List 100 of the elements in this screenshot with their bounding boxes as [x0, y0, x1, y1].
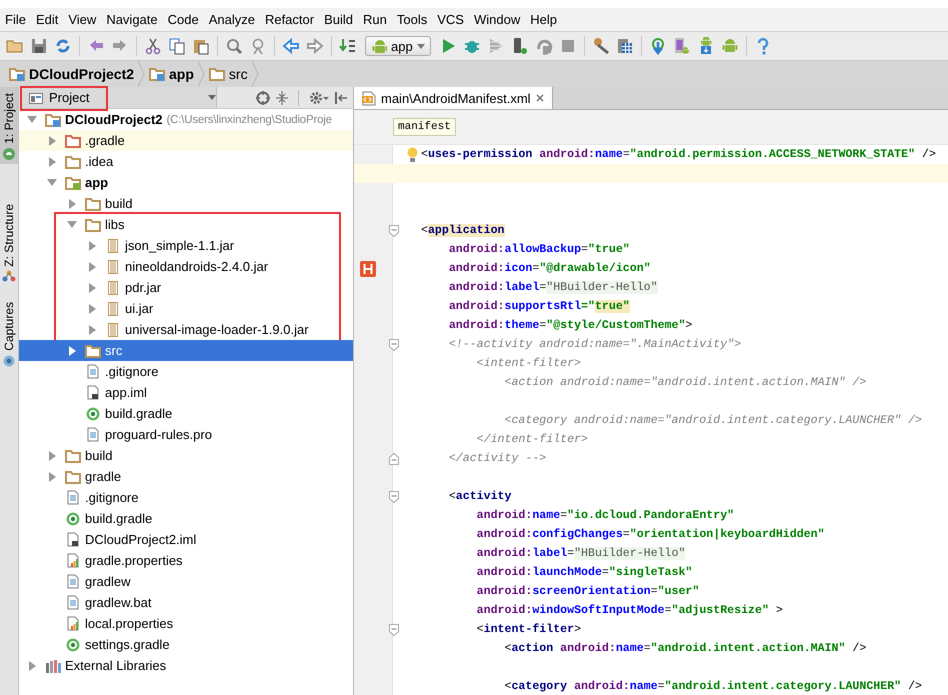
gear-icon[interactable] — [309, 90, 329, 104]
tree-item[interactable]: gradle — [19, 466, 353, 487]
tree-item[interactable]: .gitignore — [19, 361, 353, 382]
collapse-all-icon[interactable] — [276, 90, 288, 104]
tag-breadcrumb[interactable]: manifest — [393, 118, 456, 136]
menu-item[interactable]: Code — [162, 8, 204, 31]
tree-item[interactable]: app — [19, 172, 353, 193]
tree-item[interactable]: build.gradle — [19, 508, 353, 529]
menu-item[interactable]: Navigate — [101, 8, 163, 31]
module-folder-icon — [65, 176, 81, 190]
breadcrumb-item[interactable]: DCloudProject2 — [5, 61, 138, 87]
collapsed-arrow-icon[interactable] — [28, 660, 36, 670]
menu-item[interactable]: Edit — [30, 8, 64, 31]
tree-item[interactable]: .idea — [19, 151, 353, 172]
tree-item[interactable]: universal-image-loader-1.9.0.jar — [56, 319, 339, 340]
gradle-icon — [86, 406, 100, 420]
sync-icon[interactable] — [54, 37, 72, 55]
copy-icon[interactable] — [168, 37, 186, 55]
menu-item[interactable]: Build — [319, 8, 358, 31]
code-line: </intent-filter> — [476, 433, 588, 446]
menu-item[interactable]: View — [63, 8, 102, 31]
tree-item[interactable]: gradlew.bat — [19, 592, 353, 613]
jar-icon — [108, 238, 118, 252]
expanded-arrow-icon[interactable] — [27, 116, 37, 123]
menu-item[interactable]: Help — [525, 8, 562, 31]
tree-item[interactable]: nineoldandroids-2.4.0.jar — [56, 256, 339, 277]
tree-item[interactable]: build.gradle — [19, 403, 353, 424]
tree-item[interactable]: json_simple-1.1.jar — [56, 235, 339, 256]
tree-item[interactable]: src — [19, 340, 353, 361]
collapsed-arrow-icon[interactable] — [88, 324, 96, 334]
menu-item[interactable]: Refactor — [260, 8, 320, 31]
fold-marker-icon[interactable] — [389, 453, 399, 465]
fold-marker-icon[interactable] — [389, 624, 399, 636]
target-icon[interactable] — [256, 90, 270, 104]
tree-item[interactable]: ui.jar — [56, 298, 339, 319]
tree-item[interactable]: app.iml — [19, 382, 353, 403]
tool-window-tab[interactable]: Z: Structure — [0, 198, 18, 286]
code-line: <category android:name="android.intent.category.LAUNCHER" /> — [503, 414, 922, 427]
menu-item[interactable]: Window — [468, 8, 526, 31]
collapsed-arrow-icon[interactable] — [88, 282, 96, 292]
tree-item[interactable]: pdr.jar — [56, 277, 339, 298]
module-folder-icon — [9, 67, 25, 81]
collapsed-arrow-icon[interactable] — [88, 240, 96, 250]
tree-item[interactable]: proguard-rules.pro — [19, 424, 353, 445]
tree-item[interactable]: DCloudProject2.iml — [19, 529, 353, 550]
breadcrumb-item[interactable]: app — [145, 61, 198, 87]
collapsed-arrow-icon[interactable] — [88, 304, 96, 314]
paste-icon[interactable] — [192, 37, 210, 55]
rerun-icon[interactable] — [534, 37, 553, 55]
tool-window-tab[interactable]: 1: Project — [0, 87, 18, 164]
view-dropdown[interactable]: Project — [21, 87, 217, 108]
code-line: android:launchMode="singleTask" — [476, 566, 692, 579]
menu-item[interactable]: Analyze — [204, 8, 260, 31]
scissors-icon[interactable] — [144, 37, 162, 55]
android-icon[interactable] — [720, 37, 739, 55]
menu-item[interactable]: Tools — [392, 8, 432, 31]
collapsed-arrow-icon[interactable] — [68, 346, 76, 356]
search-icon[interactable] — [225, 37, 243, 55]
tool-window-tab[interactable]: Captures — [0, 296, 18, 372]
jar-icon — [108, 322, 118, 336]
gradle-icon — [66, 512, 80, 526]
tree-item[interactable]: External Libraries — [19, 655, 353, 676]
tree-item[interactable]: build — [19, 193, 353, 214]
expanded-arrow-icon[interactable] — [67, 221, 77, 228]
tree-item[interactable]: DCloudProject2 (C:\Users\linxinzheng\StudioProje — [19, 109, 353, 130]
grid-icon[interactable] — [616, 37, 634, 55]
file-icon — [87, 385, 99, 400]
tree-item[interactable]: gradle.properties — [19, 550, 353, 571]
collapsed-arrow-icon[interactable] — [48, 450, 56, 460]
tree-item[interactable]: libs — [56, 214, 339, 235]
tree-item[interactable]: build — [19, 445, 353, 466]
phone-android-icon[interactable] — [672, 37, 691, 55]
menu-item[interactable]: File — [0, 8, 31, 31]
breadcrumb-item[interactable]: src — [204, 61, 252, 87]
collapsed-arrow-icon[interactable] — [48, 136, 56, 146]
forward-arrow-icon[interactable] — [306, 37, 324, 55]
wrench-icon[interactable] — [592, 37, 610, 55]
hide-panel-icon[interactable] — [335, 90, 347, 104]
expanded-arrow-icon[interactable] — [47, 179, 57, 186]
collapsed-arrow-icon[interactable] — [88, 262, 96, 272]
jar-icon — [108, 260, 118, 274]
menu-item[interactable]: VCS — [432, 8, 469, 31]
tree-item[interactable]: .gradle — [19, 130, 353, 151]
fold-marker-icon[interactable] — [389, 491, 399, 503]
tree-item[interactable]: local.properties — [19, 613, 353, 634]
collapsed-arrow-icon[interactable] — [48, 156, 56, 166]
tree-item[interactable]: settings.gradle — [19, 634, 353, 655]
collapsed-arrow-icon[interactable] — [48, 472, 56, 482]
tree-item[interactable]: gradlew — [19, 571, 353, 592]
fold-marker-icon[interactable] — [389, 339, 399, 351]
menu-item[interactable]: Run — [358, 8, 392, 31]
collapsed-arrow-icon[interactable] — [68, 198, 76, 208]
fold-marker-icon[interactable] — [389, 225, 399, 237]
back-arrow-icon[interactable] — [282, 37, 300, 55]
tree-item[interactable]: .gitignore — [19, 487, 353, 508]
editor-tab[interactable]: main\AndroidManifest.xml — [354, 87, 553, 109]
close-icon[interactable] — [536, 94, 544, 102]
make-icon[interactable] — [339, 37, 357, 55]
save-icon[interactable] — [30, 37, 48, 55]
run-configuration-dropdown[interactable]: app — [365, 36, 431, 56]
